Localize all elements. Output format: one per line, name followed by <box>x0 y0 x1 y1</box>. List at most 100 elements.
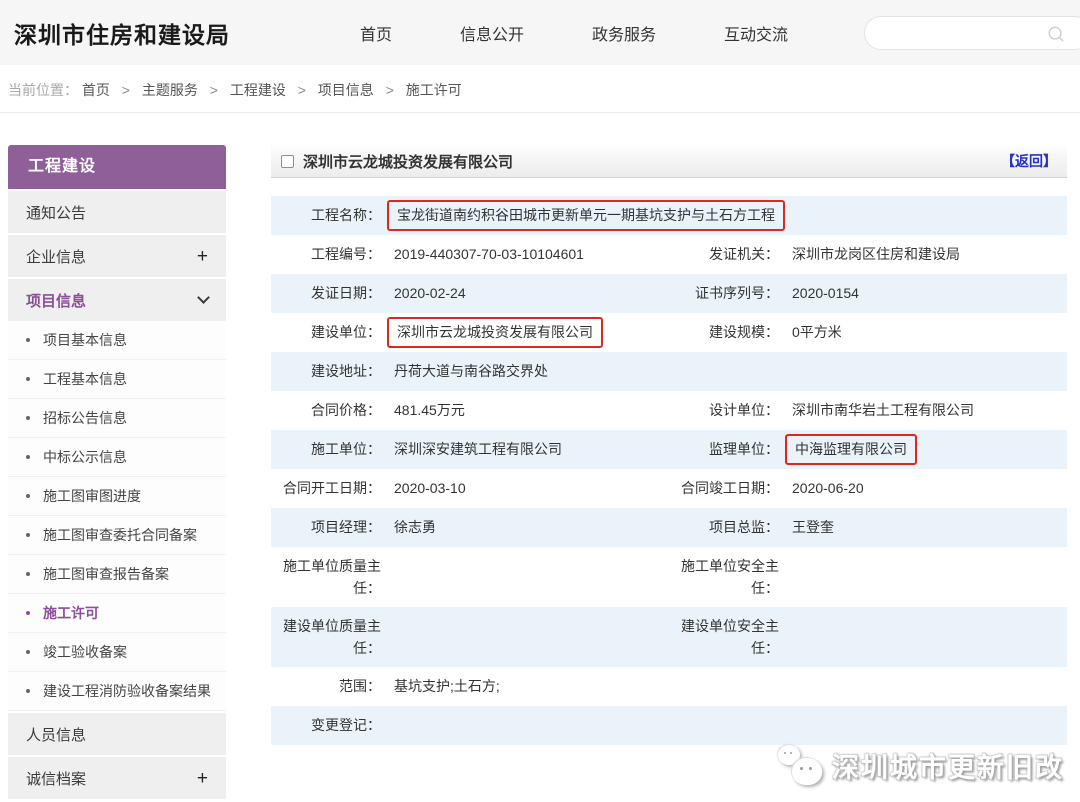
field-label: 监理单位： <box>669 438 779 460</box>
bullet-icon <box>26 455 30 459</box>
subitem-label: 竣工验收备案 <box>43 642 127 662</box>
bullet-icon <box>26 533 30 537</box>
field-value: 丹荷大道与南谷路交界处 <box>394 361 548 382</box>
field-value-highlighted: 中海监理有限公司 <box>785 434 917 465</box>
sidebar-subitem-fire-acceptance-result[interactable]: 建设工程消防验收备案结果 <box>8 672 226 711</box>
subitem-label: 施工图审查报告备案 <box>43 564 169 584</box>
subitem-label: 施工图审图进度 <box>43 486 141 506</box>
breadcrumb-project-info[interactable]: 项目信息 <box>318 82 374 98</box>
top-nav: 首页 信息公开 政务服务 互动交流 <box>360 21 788 45</box>
sidebar-item-label: 企业信息 <box>26 246 86 267</box>
watermark: 深圳城市更新旧改 <box>776 743 1064 787</box>
bullet-icon <box>26 494 30 498</box>
breadcrumb-theme-services[interactable]: 主题服务 <box>142 82 198 98</box>
sidebar-item-label: 通知公告 <box>26 202 86 223</box>
sidebar-subitem-project-basic-info[interactable]: 项目基本信息 <box>8 321 226 360</box>
sidebar-item-label: 诚信档案 <box>26 768 86 789</box>
field-value: 深圳深安建筑工程有限公司 <box>394 439 562 460</box>
table-row-contractor: 施工单位： 深圳深安建筑工程有限公司 监理单位： 中海监理有限公司 <box>271 430 1067 469</box>
sidebar-header: 工程建设 <box>8 145 226 189</box>
table-row-contract-price: 合同价格： 481.45万元 设计单位： 深圳市南华岩土工程有限公司 <box>271 391 1067 430</box>
field-value: 深圳市龙岗区住房和建设局 <box>792 244 960 265</box>
main-panel: 深圳市云龙城投资发展有限公司 【返回】 工程名称： 宝龙街道南约积谷田城市更新单… <box>271 145 1067 799</box>
bullet-icon <box>26 416 30 420</box>
back-button[interactable]: 【返回】 <box>1001 151 1057 171</box>
field-value: 2020-0154 <box>792 283 859 304</box>
sidebar-item-credit-archive[interactable]: 诚信档案 + <box>8 757 226 799</box>
field-label: 发证日期： <box>271 282 381 304</box>
bullet-icon <box>26 611 30 615</box>
nav-item-gov-services[interactable]: 政务服务 <box>592 21 656 45</box>
field-label: 合同价格： <box>271 399 381 421</box>
field-label: 建设规模： <box>669 321 779 343</box>
nav-item-interaction[interactable]: 互动交流 <box>724 21 788 45</box>
sidebar-subitem-review-contract-filing[interactable]: 施工图审查委托合同备案 <box>8 516 226 555</box>
field-label: 设计单位： <box>669 399 779 421</box>
breadcrumb-separator: > <box>210 82 218 98</box>
sidebar-item-notices[interactable]: 通知公告 <box>8 191 226 233</box>
bullet-icon <box>26 650 30 654</box>
field-label: 施工单位质量主任： <box>271 555 381 600</box>
table-row-contract-dates: 合同开工日期： 2020-03-10 合同竣工日期： 2020-06-20 <box>271 469 1067 508</box>
nav-item-home[interactable]: 首页 <box>360 21 392 45</box>
field-label: 合同开工日期： <box>271 477 381 499</box>
field-value: 2020-02-24 <box>394 283 466 304</box>
expand-plus-icon[interactable]: + <box>197 247 208 266</box>
field-value: 徐志勇 <box>394 517 436 538</box>
field-label: 施工单位： <box>271 438 381 460</box>
field-value: 2019-440307-70-03-10104601 <box>394 244 584 265</box>
sidebar-item-project-info[interactable]: 项目信息 <box>8 279 226 321</box>
sidebar-subitem-bid-winning[interactable]: 中标公示信息 <box>8 438 226 477</box>
field-label: 建设单位安全主任： <box>669 615 779 660</box>
sidebar-subitem-completion-acceptance[interactable]: 竣工验收备案 <box>8 633 226 672</box>
sidebar-subitem-bid-announcement[interactable]: 招标公告信息 <box>8 399 226 438</box>
breadcrumb-home[interactable]: 首页 <box>82 82 110 98</box>
panel-titlebar: 深圳市云龙城投资发展有限公司 【返回】 <box>271 145 1067 178</box>
field-value: 481.45万元 <box>394 400 465 421</box>
table-row-project-number: 工程编号： 2019-440307-70-03-10104601 发证机关： 深… <box>271 235 1067 274</box>
breadcrumb: 当前位置： 首页 > 主题服务 > 工程建设 > 项目信息 > 施工许可 <box>0 65 1080 113</box>
sidebar-subitem-project-eng-info[interactable]: 工程基本信息 <box>8 360 226 399</box>
expand-plus-icon[interactable]: + <box>197 769 208 788</box>
chevron-down-icon[interactable] <box>197 291 210 304</box>
sidebar-subitem-review-report-filing[interactable]: 施工图审查报告备案 <box>8 555 226 594</box>
table-row-address: 建设地址： 丹荷大道与南谷路交界处 <box>271 352 1067 391</box>
field-value-highlighted: 深圳市云龙城投资发展有限公司 <box>387 317 603 348</box>
nav-item-info-disclosure[interactable]: 信息公开 <box>460 21 524 45</box>
field-label: 工程编号： <box>271 243 381 265</box>
company-title: 深圳市云龙城投资发展有限公司 <box>303 151 513 172</box>
table-row-issue-date: 发证日期： 2020-02-24 证书序列号： 2020-0154 <box>271 274 1067 313</box>
table-row-construction-unit: 建设单位： 深圳市云龙城投资发展有限公司 建设规模： 0平方米 <box>271 313 1067 352</box>
bullet-icon <box>26 572 30 576</box>
subitem-label: 施工许可 <box>43 603 99 623</box>
page-content: 工程建设 通知公告 企业信息 + 项目信息 项目基本信息 工程基本信息 招标公告… <box>0 113 1080 799</box>
sidebar-subitem-drawing-review-progress[interactable]: 施工图审图进度 <box>8 477 226 516</box>
permit-info-table: 工程名称： 宝龙街道南约积谷田城市更新单元一期基坑支护与土石方工程 工程编号： … <box>271 196 1067 745</box>
breadcrumb-construction[interactable]: 工程建设 <box>230 82 286 98</box>
search-box[interactable] <box>864 16 1080 50</box>
subitem-label: 施工图审查委托合同备案 <box>43 525 197 545</box>
subitem-label: 项目基本信息 <box>43 330 127 350</box>
breadcrumb-construction-permit[interactable]: 施工许可 <box>406 82 462 98</box>
table-row-owner-chiefs: 建设单位质量主任： 建设单位安全主任： <box>271 607 1067 667</box>
search-icon[interactable] <box>1047 25 1065 43</box>
sidebar-submenu: 项目基本信息 工程基本信息 招标公告信息 中标公示信息 施工图审图进度 施工图审… <box>8 321 226 711</box>
sidebar-item-enterprise-info[interactable]: 企业信息 + <box>8 235 226 277</box>
table-row-change-registration: 变更登记： <box>271 706 1067 745</box>
breadcrumb-separator: > <box>298 82 306 98</box>
field-label: 范围： <box>271 675 381 697</box>
field-label: 建设单位质量主任： <box>271 615 381 660</box>
sidebar-subitem-construction-permit[interactable]: 施工许可 <box>8 594 226 633</box>
bullet-icon <box>26 338 30 342</box>
breadcrumb-separator: > <box>386 82 394 98</box>
table-row-contractor-chiefs: 施工单位质量主任： 施工单位安全主任： <box>271 547 1067 607</box>
field-value-highlighted: 宝龙街道南约积谷田城市更新单元一期基坑支护与土石方工程 <box>387 200 785 231</box>
sidebar-item-label: 人员信息 <box>26 724 86 745</box>
subitem-label: 建设工程消防验收备案结果 <box>43 681 211 701</box>
field-label: 证书序列号： <box>669 282 779 304</box>
bullet-icon <box>26 689 30 693</box>
breadcrumb-separator: > <box>122 82 130 98</box>
field-value: 基坑支护;土石方; <box>394 676 500 697</box>
watermark-text: 深圳城市更新旧改 <box>832 746 1064 785</box>
sidebar-item-personnel-info[interactable]: 人员信息 <box>8 713 226 755</box>
